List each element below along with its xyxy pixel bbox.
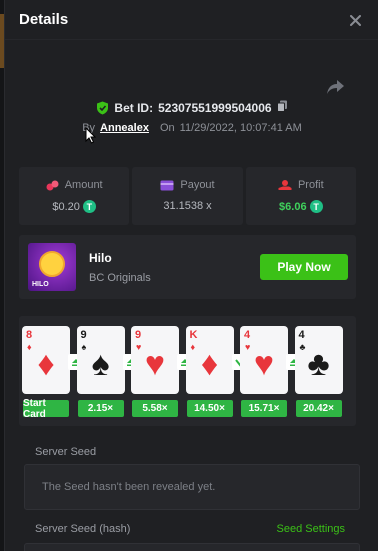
copy-button[interactable] [276, 100, 288, 115]
playing-card: 8 ♦ ♦ [22, 326, 70, 394]
payout-value: 31.1538 x [163, 200, 212, 212]
amount-label: Amount [64, 179, 103, 191]
wallet-icon [160, 180, 174, 190]
game-info-card: HILO Hilo BC Originals Play Now [19, 235, 356, 299]
amount-label-row: Amount [19, 179, 129, 191]
share-icon [327, 80, 344, 94]
bet-byline: By Annealex On 11/29/2022, 10:07:41 AM [5, 122, 378, 134]
playing-card: 9 ♥ ♥ [131, 326, 179, 394]
playing-card: K ♦ ♦ [185, 326, 234, 394]
on-label: On [159, 122, 175, 134]
card-rank: 9 [135, 329, 142, 341]
hilo-mascot-icon [39, 251, 65, 277]
profit-label-row: Profit [246, 179, 356, 191]
profit-label: Profit [297, 179, 324, 191]
profit-stat: Profit $6.06 T [245, 167, 356, 225]
usdt-token-icon: T [82, 200, 96, 213]
card-rank: 4 [244, 329, 251, 341]
server-seed-hash-field [24, 543, 360, 551]
modal-header: Details [5, 0, 378, 40]
playing-card: 4 ♣ ♣ [294, 326, 343, 394]
bet-id-value: 52307551999504006 [158, 100, 272, 115]
round-multiplier: Start Card [23, 398, 69, 420]
server-seed-field: The Seed hasn't been revealed yet. [24, 464, 360, 510]
amount-value: $0.20 [52, 200, 80, 213]
bet-id-line: Bet ID: 52307551999504006 [5, 100, 378, 115]
profit-value-row: $6.06 T [246, 200, 356, 213]
card-rank: 8 [26, 329, 33, 341]
share-button[interactable] [326, 78, 346, 96]
server-seed-value: The Seed hasn't been revealed yet. [42, 481, 216, 493]
payout-stat: Payout 31.1538 x [132, 167, 243, 225]
bet-details-modal: Details Bet ID: 52307551999504006 By Ann… [4, 0, 378, 551]
round-multiplier: 15.71× [241, 400, 287, 417]
amount-value-row: $0.20 T [19, 200, 129, 213]
card-rank: 4 [298, 329, 305, 341]
close-button[interactable] [344, 9, 366, 31]
round-multiplier: 2.15× [77, 400, 124, 417]
payout-label-row: Payout [132, 179, 242, 191]
copy-icon [276, 100, 287, 112]
profit-hand-icon [278, 180, 292, 190]
card-suit-icon: ♥ [253, 345, 275, 383]
bet-id-label: Bet ID: [114, 100, 154, 115]
seed-settings-link[interactable]: Seed Settings [277, 523, 346, 535]
card-rank: K [189, 329, 198, 341]
game-name: Hilo [89, 251, 112, 265]
profit-value: $6.06 [279, 200, 307, 213]
payout-label: Payout [180, 179, 215, 191]
bet-datetime: 11/29/2022, 10:07:41 AM [179, 122, 302, 134]
card-suit-icon: ♦ [37, 345, 55, 383]
playing-card: 4 ♥ ♥ [240, 326, 288, 394]
play-now-button[interactable]: Play Now [260, 254, 348, 280]
card-suit-icon: ♦ [200, 345, 219, 383]
username-link[interactable]: Annealex [100, 122, 149, 134]
thumbnail-text: HILO [32, 281, 49, 288]
coins-icon [46, 180, 59, 190]
payout-value-row: 31.1538 x [132, 200, 242, 212]
server-seed-label: Server Seed [35, 446, 97, 458]
round-multiplier: 20.42× [295, 400, 342, 417]
server-seed-hash-label: Server Seed (hash) [35, 523, 131, 535]
card-suit-icon: ♣ [307, 345, 330, 383]
hilo-rounds-strip: 8 ♦ ♦ Start Card 9 ♠ ♠ 2.15× 9 ♥ ♥ 5.58× K ♦ ♦ 14.50× 4 ♥… [19, 316, 356, 426]
close-icon [349, 14, 361, 26]
usdt-token-icon: T [309, 200, 323, 213]
playing-card: 9 ♠ ♠ [76, 326, 125, 394]
round-multiplier: 14.50× [186, 400, 233, 417]
game-thumbnail[interactable]: HILO [28, 243, 76, 291]
round-multiplier: 5.58× [132, 400, 178, 417]
card-rank: 9 [80, 329, 87, 341]
game-provider: BC Originals [89, 272, 151, 284]
bet-stats: Amount $0.20 T Payout 31.1538 x Profit $… [19, 167, 356, 225]
card-suit-icon: ♠ [91, 345, 110, 383]
modal-title: Details [19, 11, 69, 28]
card-suit-icon: ♥ [144, 345, 166, 383]
amount-stat: Amount $0.20 T [19, 167, 130, 225]
mouse-cursor-icon [85, 127, 96, 144]
verified-shield-icon [97, 101, 109, 114]
